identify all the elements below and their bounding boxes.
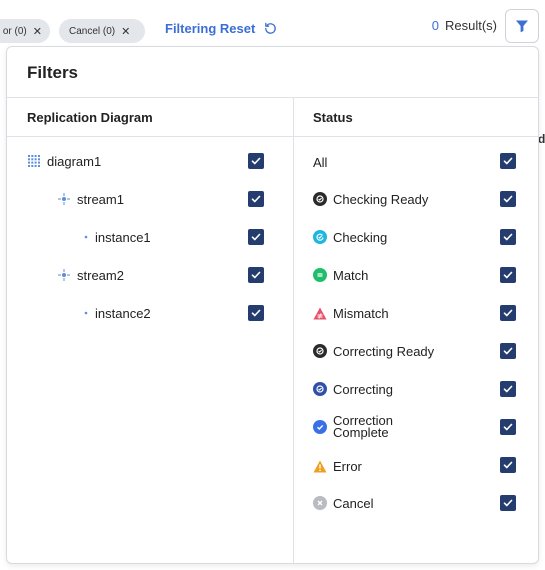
- filter-toolbar: or (0) ✕ Cancel (0) ✕ Filtering Reset 0 …: [0, 0, 545, 48]
- tree-item-stream2[interactable]: stream2: [57, 265, 124, 285]
- stream-icon: [57, 192, 71, 206]
- mismatch-checkbox[interactable]: [500, 305, 516, 321]
- check-icon: [503, 233, 513, 241]
- status-label: Checking Ready: [333, 191, 429, 207]
- stream2-checkbox[interactable]: [248, 267, 264, 283]
- chip-label: Cancel (0): [69, 25, 116, 37]
- status-label-line2: Complete: [333, 425, 389, 440]
- check-icon: [503, 423, 513, 431]
- chip-label: or (0): [2, 25, 27, 37]
- check-icon: [503, 385, 513, 393]
- funnel-icon: [516, 20, 528, 33]
- status-label: Correcting Ready: [333, 343, 435, 359]
- results-number: 0: [431, 18, 439, 33]
- check-icon: [251, 309, 261, 317]
- stream-icon: [57, 268, 71, 282]
- instance-icon: [83, 306, 89, 320]
- status-label: Cancel: [333, 495, 374, 511]
- tree-item-diagram1[interactable]: diagram1: [27, 151, 101, 171]
- filters-panel: Filters Replication Diagram Status diagr…: [6, 46, 539, 564]
- results-label: Result(s): [444, 18, 497, 33]
- filtering-reset-button[interactable]: Filtering Reset: [165, 21, 278, 36]
- instance1-checkbox[interactable]: [248, 229, 264, 245]
- check-icon: [251, 233, 261, 241]
- status-label: Correcting: [333, 381, 393, 397]
- status-label: Match: [333, 267, 369, 283]
- status-label: Checking: [333, 229, 388, 245]
- close-icon[interactable]: ✕: [121, 25, 130, 38]
- checking-ready-checkbox[interactable]: [500, 191, 516, 207]
- reset-icon: [265, 22, 277, 34]
- tree-item-label: stream1: [77, 191, 124, 207]
- all-checkbox[interactable]: [500, 153, 516, 169]
- tree-item-instance2[interactable]: instance2: [83, 303, 151, 323]
- check-icon: [503, 195, 513, 203]
- checking-icon: [313, 230, 327, 244]
- tree-item-label: diagram1: [47, 153, 102, 169]
- check-icon: [503, 309, 513, 317]
- status-item-checking[interactable]: Checking: [313, 227, 387, 247]
- status-item-correcting-ready[interactable]: Correcting Ready: [313, 341, 434, 361]
- background-edge: [538, 60, 545, 140]
- tree-item-label: stream2: [77, 267, 124, 283]
- status-item-cancel[interactable]: Cancel: [313, 493, 373, 513]
- status-item-mismatch[interactable]: Mismatch: [313, 303, 389, 323]
- tree-item-instance1[interactable]: instance1: [83, 227, 151, 247]
- reset-label: Filtering Reset: [165, 21, 256, 36]
- results-count: 0 Result(s): [432, 18, 497, 33]
- check-icon: [503, 157, 513, 165]
- replication-diagram-header: Replication Diagram: [27, 110, 153, 125]
- check-icon: [251, 157, 261, 165]
- panel-title: Filters: [27, 63, 79, 82]
- instance2-checkbox[interactable]: [248, 305, 264, 321]
- instance-icon: [83, 230, 89, 244]
- correcting-ready-icon: [313, 344, 327, 358]
- tree-item-stream1[interactable]: stream1: [57, 189, 124, 209]
- tree-item-label: instance1: [95, 229, 151, 245]
- close-icon[interactable]: ✕: [33, 25, 42, 38]
- status-item-error[interactable]: Error: [313, 456, 362, 476]
- correction-complete-checkbox[interactable]: [500, 419, 516, 435]
- error-icon: [313, 459, 327, 473]
- status-header: Status: [313, 110, 353, 125]
- column-divider: [293, 98, 294, 563]
- diagram1-checkbox[interactable]: [248, 153, 264, 169]
- status-label: Mismatch: [333, 305, 389, 321]
- correcting-icon: [313, 382, 327, 396]
- status-item-checking-ready[interactable]: Checking Ready: [313, 189, 428, 209]
- check-icon: [503, 347, 513, 355]
- cancel-icon: [313, 496, 327, 510]
- status-label: Correction Complete: [333, 414, 393, 440]
- filter-chip-cancel[interactable]: Cancel (0) ✕: [59, 19, 145, 43]
- filter-chip[interactable]: or (0) ✕: [0, 19, 50, 43]
- divider: [7, 136, 538, 137]
- match-icon: [313, 268, 327, 282]
- status-item-correction-complete[interactable]: Correction Complete: [313, 413, 393, 441]
- status-item-all[interactable]: All: [313, 152, 327, 172]
- checking-checkbox[interactable]: [500, 229, 516, 245]
- status-label: Error: [333, 458, 362, 474]
- check-icon: [251, 271, 261, 279]
- status-item-correcting[interactable]: Correcting: [313, 379, 393, 399]
- status-label: All: [313, 154, 328, 170]
- diagram-icon: [27, 154, 41, 168]
- check-icon: [251, 195, 261, 203]
- check-icon: [503, 271, 513, 279]
- correcting-ready-checkbox[interactable]: [500, 343, 516, 359]
- background-partial-text: d: [538, 132, 545, 146]
- check-icon: [503, 461, 513, 469]
- checking-ready-icon: [313, 192, 327, 206]
- match-checkbox[interactable]: [500, 267, 516, 283]
- filter-button[interactable]: [505, 9, 539, 43]
- correcting-checkbox[interactable]: [500, 381, 516, 397]
- error-checkbox[interactable]: [500, 457, 516, 473]
- mismatch-icon: [313, 306, 327, 320]
- cancel-checkbox[interactable]: [500, 495, 516, 511]
- correction-complete-icon: [313, 420, 327, 434]
- check-icon: [503, 499, 513, 507]
- stream1-checkbox[interactable]: [248, 191, 264, 207]
- status-item-match[interactable]: Match: [313, 265, 368, 285]
- divider: [7, 97, 538, 98]
- tree-item-label: instance2: [95, 305, 151, 321]
